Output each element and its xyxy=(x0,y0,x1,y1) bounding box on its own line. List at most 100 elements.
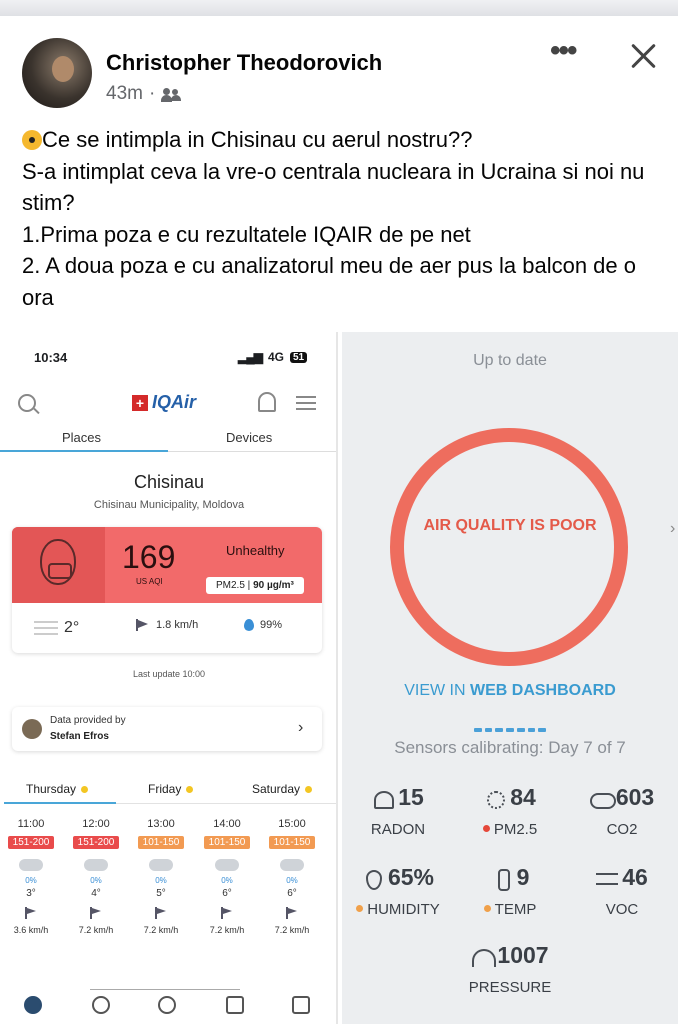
chevron-right-icon: › xyxy=(298,719,304,736)
sun-icon xyxy=(305,785,313,793)
separator: · xyxy=(148,83,156,104)
cloud-icon xyxy=(589,789,616,809)
sensor-value-row: 603 xyxy=(566,784,678,811)
air-monitor-screenshot[interactable]: Up to date AIR QUALITY IS POOR › VIEW IN… xyxy=(342,332,678,1024)
menu-icon[interactable] xyxy=(296,396,316,410)
forecast-wind: 7.2 km/h xyxy=(209,925,245,935)
heart-icon[interactable] xyxy=(24,996,42,1014)
chevron-right-icon[interactable]: › xyxy=(670,520,675,538)
city-name: Chisinau xyxy=(133,472,205,492)
wind-icon xyxy=(286,907,298,919)
search-icon[interactable] xyxy=(18,394,36,412)
forecast-wind: 3.6 km/h xyxy=(13,925,49,935)
wind-icon xyxy=(25,907,37,919)
wind-icon xyxy=(136,619,150,631)
active-tab-indicator xyxy=(0,450,168,452)
forecast-time: 13:00 xyxy=(147,818,175,830)
sensor-value-row: 1007 xyxy=(454,942,566,969)
sensor-co2[interactable]: 603 CO2 xyxy=(566,784,678,838)
broadcast-icon[interactable] xyxy=(158,996,176,1014)
sensor-pressure[interactable]: 1007 PRESSURE xyxy=(454,942,566,996)
bottom-nav xyxy=(0,992,336,1024)
thermometer-icon xyxy=(491,868,513,891)
post-line-3: 1.Prima poza e cu rezultatele IQAIR de p… xyxy=(22,221,471,247)
sensor-label: RADON xyxy=(370,821,426,838)
author-name[interactable]: Christopher Theodorovich xyxy=(106,50,382,76)
sensor-label: VOC xyxy=(605,901,639,918)
wind-icon xyxy=(221,907,233,919)
globe-icon[interactable] xyxy=(92,996,110,1014)
logo-text: IQAir xyxy=(152,392,197,412)
tab-divider xyxy=(168,451,336,452)
face-mask-icon xyxy=(40,539,76,585)
sensor-value: 84 xyxy=(510,784,536,810)
status-dot xyxy=(356,905,364,912)
sensor-voc[interactable]: 46 VOC xyxy=(566,864,678,918)
status-indicators: ▂▄▆ 4G 51 xyxy=(238,350,308,364)
forecast-wind: 7.2 km/h xyxy=(78,925,114,935)
more-options-button[interactable]: ••• xyxy=(550,36,586,66)
humidity-icon xyxy=(244,619,254,631)
data-provider-card[interactable]: Data provided by Stefan Efros › xyxy=(12,707,322,751)
provider-avatar xyxy=(22,719,42,739)
haze-icon xyxy=(34,621,58,635)
day-tab-thursday[interactable]: Thursday xyxy=(26,782,89,796)
sensor-value: 603 xyxy=(615,784,655,810)
day-tab-saturday[interactable]: Saturday xyxy=(252,782,313,796)
air-quality-label: AIR QUALITY IS POOR xyxy=(423,517,597,534)
forecast-precip: 0% xyxy=(90,876,102,885)
weather-wind: 1.8 km/h xyxy=(136,619,198,631)
iqair-screenshot[interactable]: 10:34 ▂▄▆ 4G 51 + IQAir Places Devices C… xyxy=(0,332,338,1024)
forecast-precip: 0% xyxy=(286,876,298,885)
forecast-hour: 12:00 151-200 0% 4° 7.2 km/h xyxy=(71,818,121,935)
web-dashboard-link[interactable]: VIEW IN WEB DASHBOARD xyxy=(342,682,678,700)
air-quality-ring xyxy=(390,428,628,666)
sensor-pm2-5[interactable]: 84 PM2.5 xyxy=(454,784,566,838)
status-dot xyxy=(482,825,490,832)
cloud-icon xyxy=(280,859,304,871)
active-day-indicator xyxy=(4,802,116,804)
sensor-label: PRESSURE xyxy=(468,979,552,996)
close-button[interactable] xyxy=(626,38,662,74)
calibration-progress xyxy=(474,728,547,732)
cart-icon[interactable] xyxy=(292,996,310,1014)
sun-icon xyxy=(81,785,89,793)
aqi-face-panel xyxy=(12,527,105,603)
forecast-hour: 15:00 101-150 0% 6° 7.2 km/h xyxy=(267,818,317,935)
swiss-cross-icon: + xyxy=(132,394,148,411)
sensor-humidity[interactable]: 65% HUMIDITY xyxy=(342,864,454,918)
forecast-hour: 14:00 101-150 0% 6° 7.2 km/h xyxy=(202,818,252,935)
cloud-icon xyxy=(84,859,108,871)
tab-devices[interactable]: Devices xyxy=(226,430,272,445)
forecast-aqi-badge: 101-150 xyxy=(138,836,184,849)
weather-humidity: 99% xyxy=(244,619,282,631)
day-tab-friday[interactable]: Friday xyxy=(148,782,194,796)
region-name: Chisinau Municipality, Moldova xyxy=(93,499,245,511)
sensor-radon[interactable]: 15 RADON xyxy=(342,784,454,838)
status-time: 10:34 xyxy=(34,350,68,365)
aqi-status: Unhealthy xyxy=(226,543,285,558)
cloud-icon xyxy=(19,859,43,871)
friends-icon xyxy=(161,86,182,102)
sensor-value-row: 65% xyxy=(342,864,454,891)
weather-temp: 2° xyxy=(34,619,79,637)
avatar[interactable] xyxy=(22,38,92,108)
post-time[interactable]: 43m xyxy=(106,83,143,105)
news-icon[interactable] xyxy=(226,996,244,1014)
forecast-precip: 0% xyxy=(155,876,167,885)
signal-icon: ▂▄▆ xyxy=(238,350,263,364)
tab-places[interactable]: Places xyxy=(62,430,101,445)
sensor-value-row: 84 xyxy=(454,784,566,811)
aqi-card[interactable]: 169 US AQI Unhealthy PM2.5 | 90 µg/m³ 2°… xyxy=(12,527,322,653)
forecast-time: 11:00 xyxy=(17,818,45,830)
forecast-time: 15:00 xyxy=(278,818,306,830)
sensor-label: HUMIDITY xyxy=(342,901,454,918)
forecast-hour: 13:00 101-150 0% 5° 7.2 km/h xyxy=(136,818,186,935)
forecast-temp: 6° xyxy=(222,888,232,899)
bell-icon[interactable] xyxy=(258,392,276,412)
top-bar xyxy=(0,0,678,16)
cloud-icon xyxy=(149,859,173,871)
sensor-temp[interactable]: 9 TEMP xyxy=(454,864,566,918)
wind-icon xyxy=(90,907,102,919)
provider-label: Data provided by xyxy=(50,715,126,726)
